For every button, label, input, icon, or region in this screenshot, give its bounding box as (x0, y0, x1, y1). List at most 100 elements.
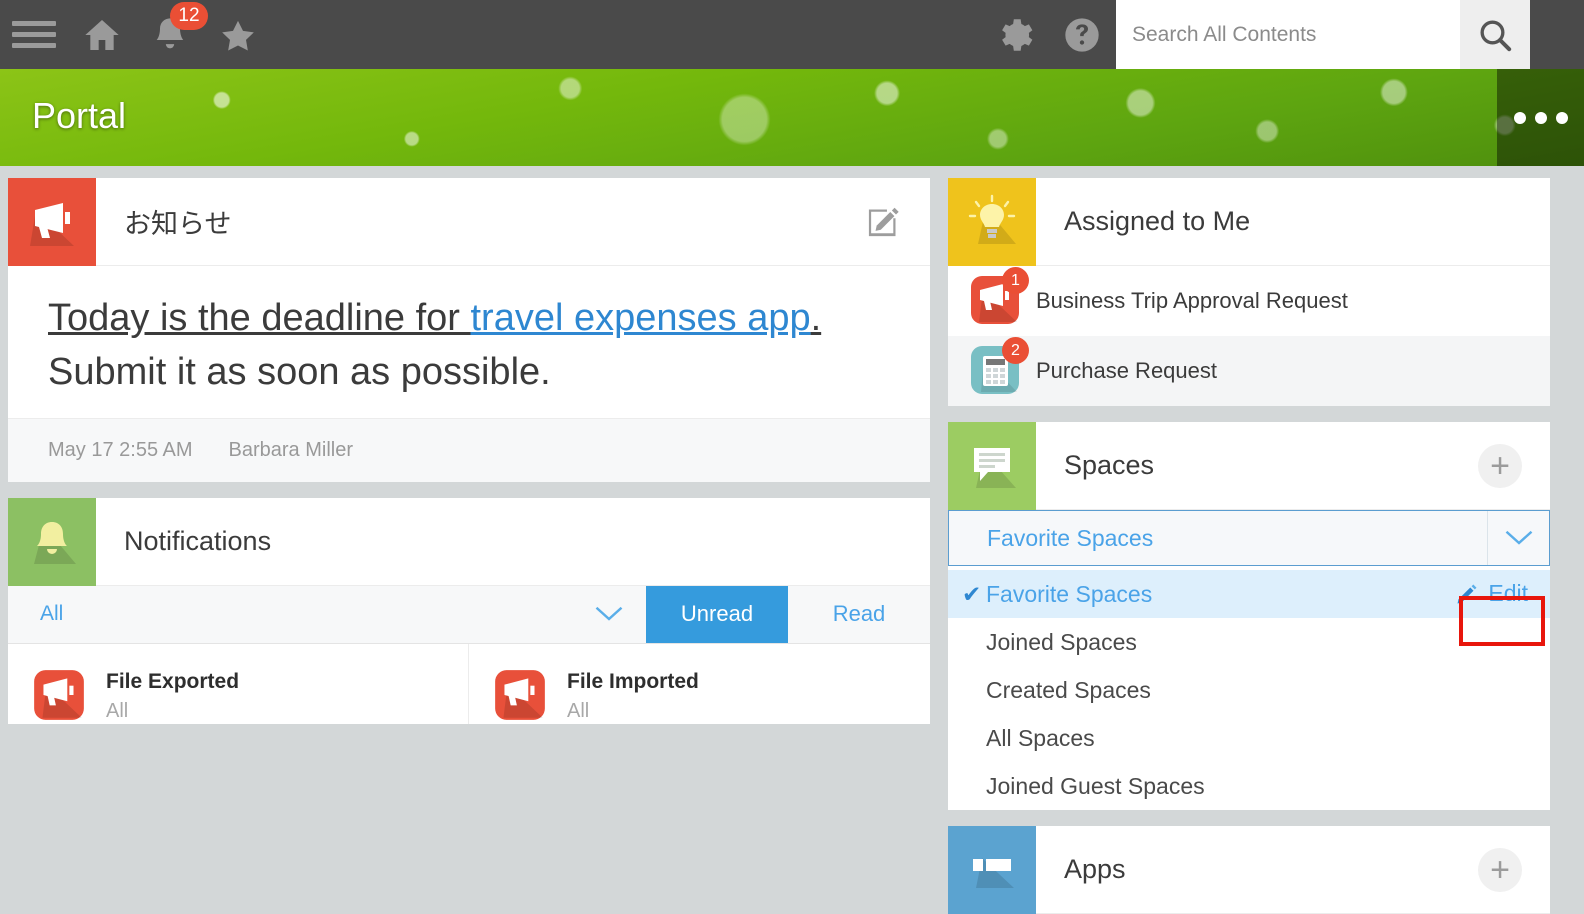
spaces-dropdown-label: Favorite Spaces (986, 580, 1153, 607)
help-icon (1065, 17, 1099, 52)
gear-icon (1002, 18, 1033, 51)
notifications-icon-tile (8, 497, 96, 586)
right-column: Assigned to Me 1 Business Trip Approval … (948, 178, 1550, 914)
global-search (1116, 0, 1530, 69)
portal-banner: Portal (0, 69, 1584, 166)
home-button[interactable] (68, 0, 136, 69)
spaces-dropdown-label: Joined Spaces (986, 628, 1137, 655)
notifications-filter-row: All Unread Read (8, 585, 930, 644)
apps-icon-tile (948, 826, 1036, 914)
spaces-dropdown-item-guest[interactable]: Joined Guest Spaces (948, 762, 1550, 810)
left-column: お知らせ Today is the deadline for travel ex… (8, 178, 930, 740)
ellipsis-icon (1513, 111, 1568, 124)
apps-header: Apps + (948, 826, 1550, 914)
notification-item[interactable]: File Exported All (8, 643, 469, 724)
hamburger-icon (12, 15, 56, 54)
spaces-filter-value: Favorite Spaces (987, 524, 1154, 551)
notification-subtitle: All (106, 699, 129, 722)
assigned-item-label: Purchase Request (1036, 358, 1217, 383)
announcements-card: お知らせ Today is the deadline for travel ex… (8, 178, 930, 482)
notifications-filter-label: All (40, 602, 64, 626)
megaphone-icon (30, 203, 74, 246)
app-window-icon (973, 858, 1014, 888)
notification-title: File Imported (567, 669, 699, 693)
apps-title: Apps (1064, 854, 1126, 884)
assigned-to-me-title: Assigned to Me (1064, 206, 1251, 236)
announcement-timestamp: May 17 2:55 AM (48, 438, 193, 461)
topbar-right-pad (1530, 0, 1584, 69)
spaces-add-button[interactable]: + (1478, 422, 1550, 509)
spaces-dropdown-label: Created Spaces (986, 676, 1151, 703)
chevron-down-icon (595, 607, 623, 622)
assigned-item-purchase-request[interactable]: 2 Purchase Request (948, 336, 1550, 406)
spaces-title: Spaces (1064, 450, 1155, 480)
announcement-text-period: . (810, 297, 822, 339)
assigned-item-label: Business Trip Approval Request (1036, 288, 1348, 313)
magnifier-icon (1480, 20, 1512, 51)
notification-badge: 12 (170, 2, 208, 30)
global-top-bar: 12 (0, 0, 1584, 69)
bell-icon (34, 521, 76, 564)
assigned-item-business-trip[interactable]: 1 Business Trip Approval Request (948, 266, 1550, 336)
star-icon (222, 20, 254, 50)
notification-text: File Exported All (106, 666, 239, 724)
notifications-header: Notifications (8, 497, 930, 586)
notifications-tab-unread[interactable]: Unread (646, 585, 788, 643)
spaces-dropdown-item-created[interactable]: Created Spaces (948, 666, 1550, 714)
notifications-card: Notifications All Unread Read File Expor… (8, 497, 930, 724)
plus-icon: + (1478, 847, 1522, 892)
assigned-to-me-card: Assigned to Me 1 Business Trip Approval … (948, 178, 1550, 406)
chevron-down-icon (1487, 511, 1549, 565)
announcements-title: お知らせ (124, 209, 232, 239)
spaces-icon-tile (948, 422, 1036, 510)
home-icon (85, 19, 119, 50)
spaces-dropdown-label: Joined Guest Spaces (986, 772, 1205, 799)
announcement-text-plain: Today is the deadline for (48, 297, 471, 339)
banner-more-button[interactable] (1497, 69, 1584, 166)
edit-button-highlight (1459, 596, 1545, 646)
search-input[interactable] (1116, 0, 1460, 69)
announcement-body: Today is the deadline for travel expense… (8, 266, 930, 418)
favorites-button[interactable] (204, 0, 272, 69)
speech-bubble-icon (974, 448, 1016, 488)
announcements-icon-tile (8, 178, 96, 266)
announcement-text-link[interactable]: travel expenses app (471, 297, 811, 339)
announcement-author: Barbara Miller (228, 438, 354, 461)
megaphone-icon (34, 670, 84, 720)
announcements-compose-button[interactable] (864, 178, 930, 265)
announcement-text-line2: Submit it as soon as possible. (48, 350, 551, 393)
spaces-filter-select[interactable]: Favorite Spaces (948, 510, 1550, 566)
apps-card: Apps + (948, 826, 1550, 914)
notification-subtitle: All (567, 699, 590, 722)
check-icon: ✔ (962, 580, 982, 607)
assigned-item-icon: 2 (968, 337, 1029, 399)
compose-icon (868, 207, 899, 236)
assigned-to-me-header: Assigned to Me (948, 178, 1550, 266)
apps-add-button[interactable]: + (1478, 826, 1550, 913)
search-button[interactable] (1460, 0, 1530, 69)
spaces-header: Spaces + (948, 422, 1550, 510)
announcements-header: お知らせ (8, 178, 930, 266)
settings-button[interactable] (980, 0, 1048, 69)
announcement-meta: May 17 2:55 AM Barbara Miller (8, 417, 930, 482)
announcement-text: Today is the deadline for travel expense… (48, 292, 890, 346)
page-title: Portal (32, 95, 127, 136)
notification-item[interactable]: File Imported All (469, 644, 930, 724)
notification-title: File Exported (106, 669, 240, 693)
notifications-filter-select[interactable]: All (8, 586, 646, 643)
spaces-dropdown-item-all[interactable]: All Spaces (948, 714, 1550, 762)
lightbulb-icon (968, 194, 1016, 244)
assigned-item-icon: 1 (968, 267, 1029, 329)
notifications-button[interactable]: 12 (136, 0, 208, 69)
hamburger-menu-button[interactable] (0, 0, 68, 69)
help-button[interactable] (1048, 0, 1116, 69)
notification-text: File Imported All (567, 666, 699, 724)
notifications-title: Notifications (124, 525, 272, 556)
spaces-dropdown-label: All Spaces (986, 724, 1095, 751)
assigned-item-badge: 1 (1002, 267, 1029, 294)
megaphone-icon (495, 670, 545, 720)
notifications-tab-read[interactable]: Read (788, 586, 930, 643)
plus-icon: + (1478, 443, 1522, 488)
assigned-to-me-icon-tile (948, 178, 1036, 266)
notifications-list: File Exported All File Imported All (8, 643, 930, 724)
